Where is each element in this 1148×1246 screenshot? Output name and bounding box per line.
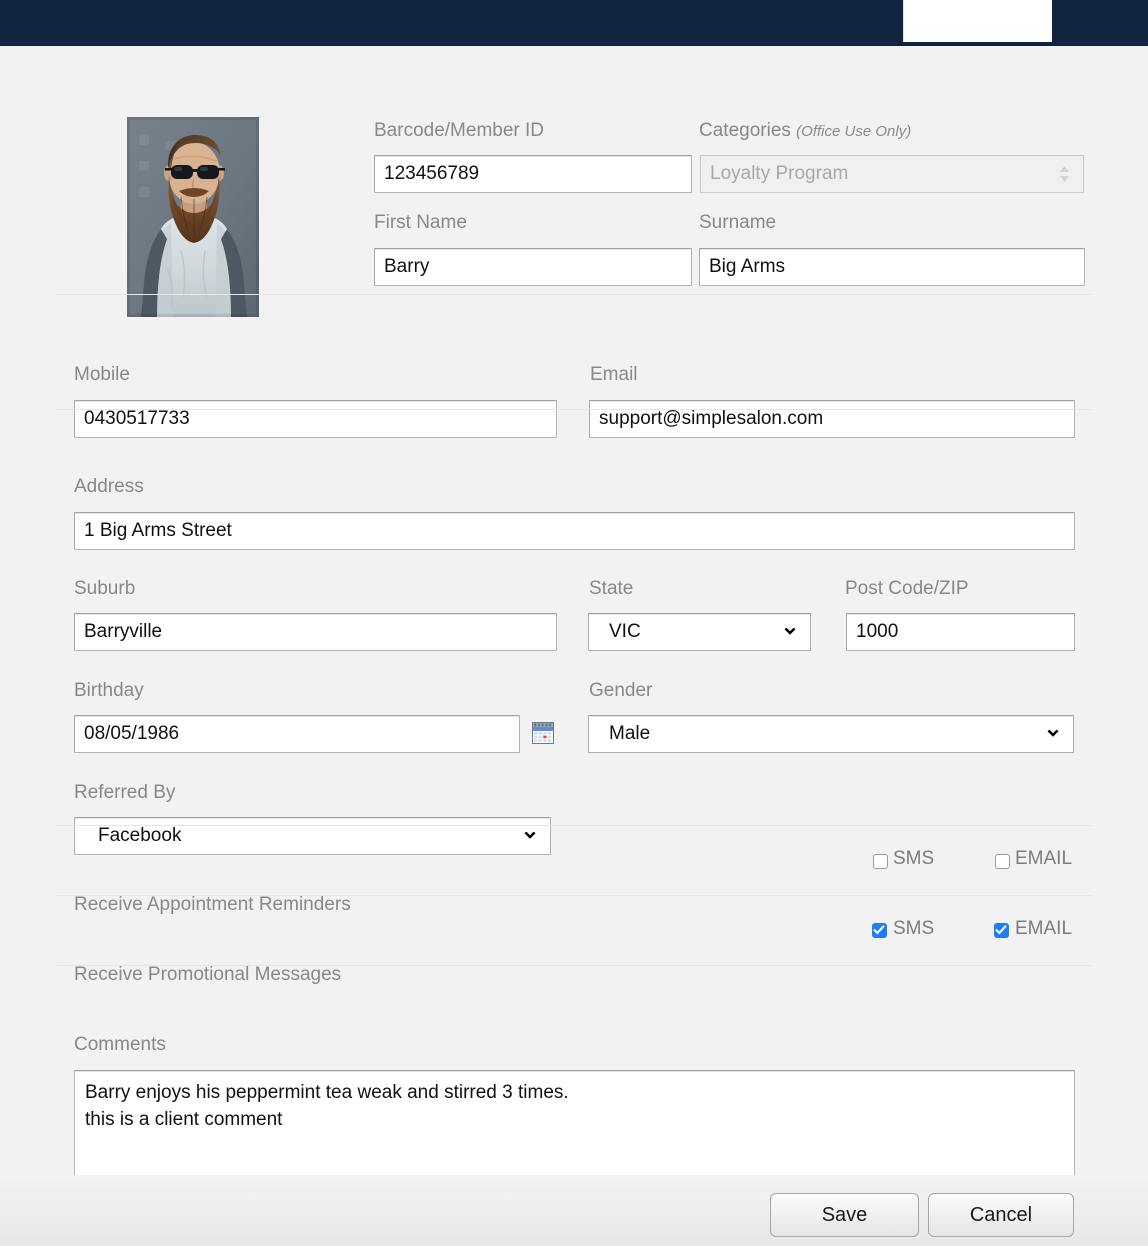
avatar[interactable] — [127, 117, 259, 317]
address-input[interactable]: 1 Big Arms Street — [74, 512, 1075, 550]
chevron-down-icon — [782, 624, 798, 640]
categories-label-note: (Office Use Only) — [796, 123, 912, 140]
birthday-input[interactable]: 08/05/1986 — [74, 715, 520, 753]
categories-label: Categories (Office Use Only) — [699, 120, 911, 143]
divider — [57, 825, 1092, 826]
appointment-reminders-email-checkbox[interactable] — [995, 854, 1010, 869]
gender-select[interactable]: Male — [588, 715, 1074, 753]
state-value: VIC — [609, 621, 641, 642]
state-label: State — [589, 578, 634, 599]
referred-by-select[interactable]: Facebook — [74, 817, 551, 855]
divider — [57, 409, 1092, 410]
promotional-messages-email-checkbox[interactable] — [994, 923, 1009, 938]
postcode-label: Post Code/ZIP — [845, 578, 969, 599]
mobile-label: Mobile — [74, 364, 130, 385]
calendar-icon[interactable] — [532, 722, 554, 744]
surname-input[interactable]: Big Arms — [699, 248, 1085, 286]
state-select[interactable]: VIC — [588, 613, 811, 651]
mobile-input[interactable]: 0430517733 — [74, 400, 557, 438]
suburb-input[interactable]: Barryville — [74, 613, 557, 651]
divider — [57, 294, 1092, 295]
cancel-button[interactable]: Cancel — [928, 1193, 1074, 1237]
appointment-reminders-email-label: EMAIL — [1015, 848, 1073, 869]
postcode-input[interactable]: 1000 — [846, 613, 1075, 651]
avatar-photo — [127, 117, 259, 317]
gender-value: Male — [609, 723, 651, 744]
categories-select[interactable]: Loyalty Program — [700, 155, 1084, 193]
appointment-reminders-sms-checkbox[interactable] — [873, 854, 888, 869]
gender-label: Gender — [589, 680, 653, 701]
divider — [57, 965, 1092, 966]
stepper-arrows-icon — [1058, 163, 1071, 185]
first-name-label: First Name — [374, 212, 467, 233]
referred-by-value: Facebook — [98, 825, 182, 846]
promotional-messages-sms-label: SMS — [893, 918, 935, 939]
email-label: Email — [590, 364, 638, 385]
categories-label-text: Categories — [699, 120, 791, 141]
first-name-input[interactable]: Barry — [374, 248, 692, 286]
surname-label: Surname — [699, 212, 777, 233]
appointment-reminders-label: Receive Appointment Reminders — [74, 894, 351, 915]
categories-value: Loyalty Program — [710, 163, 849, 184]
barcode-input[interactable]: 123456789 — [374, 155, 692, 193]
promotional-messages-label: Receive Promotional Messages — [74, 964, 342, 985]
address-label: Address — [74, 476, 144, 497]
comments-textarea[interactable]: Barry enjoys his peppermint tea weak and… — [74, 1070, 1075, 1192]
action-bar: Save Cancel — [0, 1175, 1148, 1246]
divider — [57, 895, 1092, 896]
topbar-white-panel[interactable] — [903, 0, 1052, 42]
email-input[interactable]: support@simplesalon.com — [589, 400, 1075, 438]
referred-by-label: Referred By — [74, 782, 176, 803]
birthday-label: Birthday — [74, 680, 144, 701]
top-navigation-bar — [0, 0, 1148, 46]
appointment-reminders-sms-label: SMS — [893, 848, 935, 869]
suburb-label: Suburb — [74, 578, 136, 599]
chevron-down-icon — [1045, 726, 1061, 742]
barcode-label: Barcode/Member ID — [374, 120, 545, 141]
save-button[interactable]: Save — [770, 1193, 919, 1237]
promotional-messages-email-label: EMAIL — [1015, 918, 1073, 939]
client-details-form: Barcode/Member ID Categories (Office Use… — [0, 46, 1148, 1192]
chevron-down-icon — [522, 828, 538, 844]
comments-label: Comments — [74, 1034, 166, 1055]
promotional-messages-sms-checkbox[interactable] — [872, 923, 887, 938]
